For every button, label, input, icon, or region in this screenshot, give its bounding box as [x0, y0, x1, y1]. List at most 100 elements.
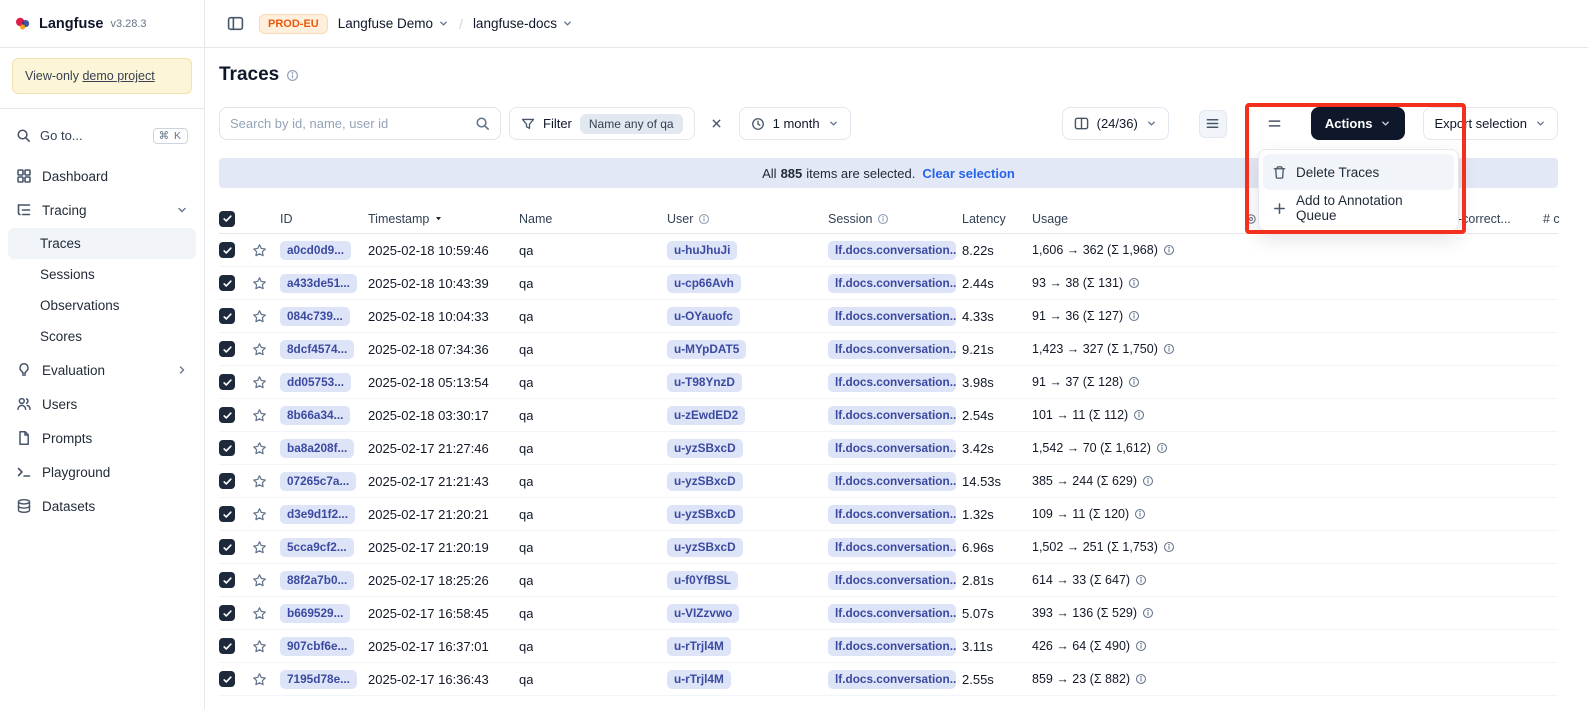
star-icon[interactable] [252, 408, 267, 423]
trace-id-badge[interactable]: 88f2a7b0... [280, 571, 354, 590]
sidebar-item-tracing[interactable]: Tracing [8, 194, 196, 226]
sidebar-item-evaluation[interactable]: Evaluation [8, 354, 196, 386]
trace-id-badge[interactable]: dd05753... [280, 373, 351, 392]
row-checkbox[interactable] [219, 506, 235, 522]
trace-id-badge[interactable]: a433de51... [280, 274, 357, 293]
header-timestamp[interactable]: Timestamp [368, 212, 519, 226]
table-row[interactable]: a0cd0d9... 2025-02-18 10:59:46 qa u-huJh… [219, 234, 1558, 267]
row-height-compact-button[interactable] [1199, 110, 1227, 138]
info-icon[interactable] [1135, 574, 1147, 586]
star-icon[interactable] [252, 606, 267, 621]
table-row[interactable]: 907cbf6e... 2025-02-17 16:37:01 qa u-rTr… [219, 630, 1558, 663]
row-checkbox[interactable] [219, 572, 235, 588]
table-row[interactable]: b669529... 2025-02-17 16:58:45 qa u-VIZz… [219, 597, 1558, 630]
info-icon[interactable] [1163, 541, 1175, 553]
table-row[interactable]: d3e9d1f2... 2025-02-17 21:20:21 qa u-yzS… [219, 498, 1558, 531]
user-badge[interactable]: u-yzSBxcD [667, 538, 743, 557]
session-badge[interactable]: lf.docs.conversation... [828, 505, 956, 524]
goto-search[interactable]: Go to... ⌘ K [8, 119, 196, 152]
row-checkbox[interactable] [219, 638, 235, 654]
actions-button[interactable]: Actions [1311, 107, 1405, 140]
clear-selection-link[interactable]: Clear selection [922, 166, 1015, 181]
header-latency[interactable]: Latency [962, 212, 1032, 226]
star-icon[interactable] [252, 573, 267, 588]
trace-id-badge[interactable]: d3e9d1f2... [280, 505, 355, 524]
session-badge[interactable]: lf.docs.conversation... [828, 406, 956, 425]
session-badge[interactable]: lf.docs.conversation... [828, 604, 956, 623]
session-badge[interactable]: lf.docs.conversation... [828, 241, 956, 260]
star-icon[interactable] [252, 540, 267, 555]
user-badge[interactable]: u-yzSBxcD [667, 505, 743, 524]
columns-button[interactable]: (24/36) [1062, 107, 1169, 140]
info-icon[interactable] [1163, 343, 1175, 355]
sidebar-item-scores[interactable]: Scores [8, 321, 196, 352]
sidebar-item-playground[interactable]: Playground [8, 456, 196, 488]
user-badge[interactable]: u-yzSBxcD [667, 439, 743, 458]
row-checkbox[interactable] [219, 374, 235, 390]
info-icon[interactable] [1128, 376, 1140, 388]
trace-id-badge[interactable]: 7195d78e... [280, 670, 357, 689]
trace-id-badge[interactable]: 084c739... [280, 307, 350, 326]
menu-item-add-to-annotation-queue[interactable]: Add to Annotation Queue [1263, 190, 1454, 226]
star-icon[interactable] [252, 441, 267, 456]
header-name[interactable]: Name [519, 212, 667, 226]
info-icon[interactable] [1163, 244, 1175, 256]
org-selector[interactable]: Langfuse Demo [338, 16, 449, 31]
star-icon[interactable] [252, 243, 267, 258]
star-icon[interactable] [252, 375, 267, 390]
sidebar-toggle-button[interactable] [221, 10, 249, 38]
demo-project-link[interactable]: demo project [82, 69, 154, 83]
star-icon[interactable] [252, 474, 267, 489]
row-checkbox[interactable] [219, 440, 235, 456]
header-score-3[interactable]: -correct... [1458, 212, 1543, 226]
session-badge[interactable]: lf.docs.conversation... [828, 538, 956, 557]
row-checkbox[interactable] [219, 539, 235, 555]
menu-item-delete-traces[interactable]: Delete Traces [1263, 154, 1454, 190]
star-icon[interactable] [252, 309, 267, 324]
filter-button[interactable]: Filter Name any of qa [509, 107, 695, 140]
row-checkbox[interactable] [219, 341, 235, 357]
sidebar-item-traces[interactable]: Traces [8, 228, 196, 259]
session-badge[interactable]: lf.docs.conversation... [828, 472, 956, 491]
sidebar-item-observations[interactable]: Observations [8, 290, 196, 321]
info-icon[interactable] [1133, 409, 1145, 421]
table-row[interactable]: 88f2a7b0... 2025-02-17 18:25:26 qa u-f0Y… [219, 564, 1558, 597]
info-icon[interactable] [1142, 607, 1154, 619]
project-selector[interactable]: langfuse-docs [473, 16, 573, 31]
session-badge[interactable]: lf.docs.conversation... [828, 274, 956, 293]
session-badge[interactable]: lf.docs.conversation... [828, 637, 956, 656]
trace-id-badge[interactable]: 907cbf6e... [280, 637, 354, 656]
trace-id-badge[interactable]: ba8a208f... [280, 439, 354, 458]
user-badge[interactable]: u-rTrjl4M [667, 637, 731, 656]
user-badge[interactable]: u-yzSBxcD [667, 472, 743, 491]
table-row[interactable]: a433de51... 2025-02-18 10:43:39 qa u-cp6… [219, 267, 1558, 300]
header-user[interactable]: User [667, 212, 828, 226]
row-checkbox[interactable] [219, 308, 235, 324]
session-badge[interactable]: lf.docs.conversation... [828, 439, 956, 458]
trace-id-badge[interactable]: a0cd0d9... [280, 241, 351, 260]
user-badge[interactable]: u-f0YfBSL [667, 571, 738, 590]
user-badge[interactable]: u-huJhuJi [667, 241, 737, 260]
table-row[interactable]: dd05753... 2025-02-18 05:13:54 qa u-T98Y… [219, 366, 1558, 399]
info-icon[interactable] [1135, 640, 1147, 652]
table-row[interactable]: ba8a208f... 2025-02-17 21:27:46 qa u-yzS… [219, 432, 1558, 465]
trace-id-badge[interactable]: b669529... [280, 604, 350, 623]
session-badge[interactable]: lf.docs.conversation... [828, 571, 956, 590]
sidebar-item-sessions[interactable]: Sessions [8, 259, 196, 290]
time-range-button[interactable]: 1 month [739, 107, 851, 140]
table-row[interactable]: 5cca9cf2... 2025-02-17 21:20:19 qa u-yzS… [219, 531, 1558, 564]
user-badge[interactable]: u-OYauofc [667, 307, 740, 326]
export-selection-button[interactable]: Export selection [1423, 107, 1559, 140]
row-height-expanded-button[interactable] [1261, 110, 1289, 138]
session-badge[interactable]: lf.docs.conversation... [828, 340, 956, 359]
star-icon[interactable] [252, 342, 267, 357]
session-badge[interactable]: lf.docs.conversation... [828, 373, 956, 392]
user-badge[interactable]: u-cp66Avh [667, 274, 741, 293]
sidebar-item-dashboard[interactable]: Dashboard [8, 160, 196, 192]
table-row[interactable]: 7195d78e... 2025-02-17 16:36:43 qa u-rTr… [219, 663, 1558, 696]
star-icon[interactable] [252, 276, 267, 291]
header-session[interactable]: Session [828, 212, 962, 226]
select-all-checkbox[interactable] [219, 211, 235, 227]
sidebar-item-prompts[interactable]: Prompts [8, 422, 196, 454]
session-badge[interactable]: lf.docs.conversation... [828, 670, 956, 689]
